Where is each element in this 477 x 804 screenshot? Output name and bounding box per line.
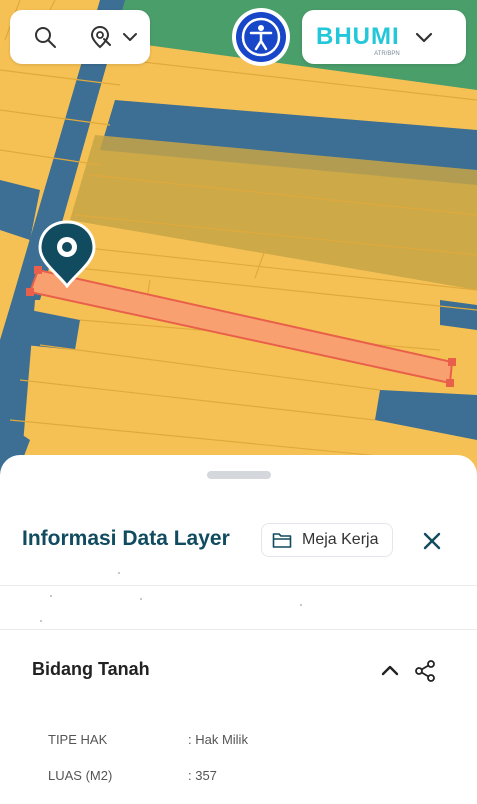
accessibility-button[interactable]: [232, 8, 290, 66]
workspace-label: Meja Kerja: [302, 531, 379, 548]
info-panel: Informasi Data Layer Meja Kerja Bidang T…: [0, 455, 477, 804]
map-pin-icon[interactable]: [38, 220, 96, 288]
decorative-dot: [118, 572, 120, 574]
brand-tagline: ATR/BPN: [374, 51, 400, 57]
parcel-vertex[interactable]: [446, 379, 454, 387]
location-pin-search-icon[interactable]: [88, 24, 114, 50]
decorative-dot: [300, 604, 302, 606]
section-title: Bidang Tanah: [32, 659, 150, 679]
attribute-value-luas: : 357: [188, 768, 217, 783]
road: [440, 300, 477, 330]
chevron-up-icon[interactable]: [380, 661, 400, 681]
parcel-vertex[interactable]: [448, 358, 456, 366]
chevron-down-icon[interactable]: [120, 27, 140, 47]
workspace-button[interactable]: Meja Kerja: [261, 523, 393, 557]
decorative-dot: [140, 598, 142, 600]
search-icon[interactable]: [32, 24, 58, 50]
divider: [0, 629, 477, 630]
divider: [0, 585, 477, 586]
brand-selector[interactable]: BHUMI ATR/BPN: [302, 10, 466, 64]
drag-handle[interactable]: [207, 471, 271, 479]
attribute-value-tipe-hak: : Hak Milik: [188, 732, 248, 747]
brand-logo: BHUMI ATR/BPN: [316, 23, 400, 57]
attribute-label-luas: LUAS (M2): [48, 768, 113, 783]
close-icon[interactable]: [420, 529, 444, 553]
attribute-label-tipe-hak: TIPE HAK: [48, 732, 108, 747]
chevron-down-icon[interactable]: [412, 25, 436, 49]
folder-icon: [272, 531, 292, 549]
decorative-dot: [50, 595, 52, 597]
search-toolbar: [10, 10, 150, 64]
share-icon[interactable]: [413, 659, 437, 683]
panel-title: Informasi Data Layer: [22, 527, 230, 550]
parcel-vertex[interactable]: [26, 288, 34, 296]
accessibility-icon: [241, 17, 281, 57]
decorative-dot: [40, 620, 42, 622]
